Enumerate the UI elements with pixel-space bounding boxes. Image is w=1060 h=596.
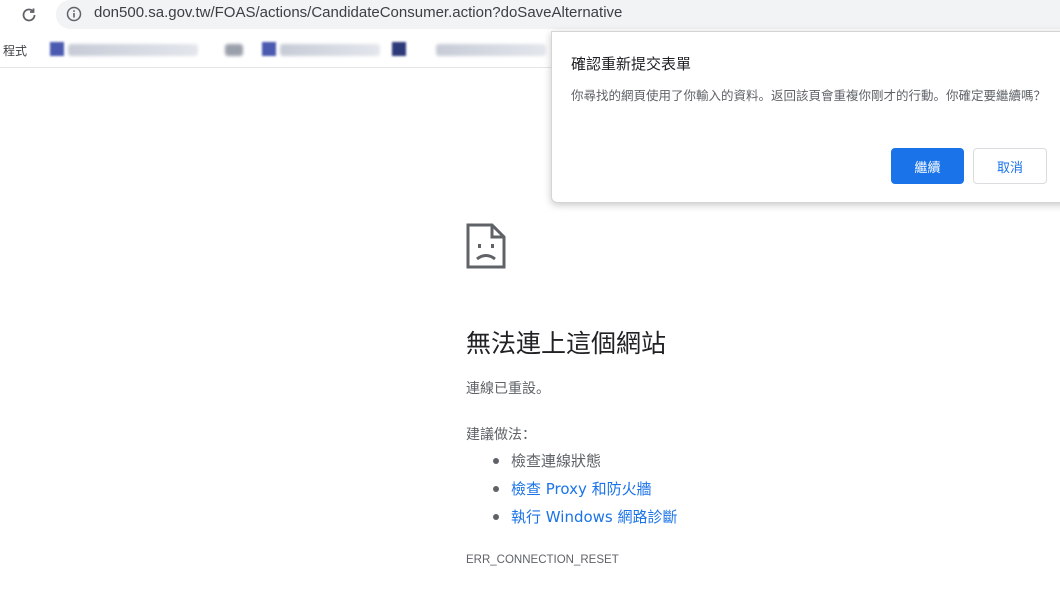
reload-icon[interactable] bbox=[18, 4, 40, 26]
dialog-message: 你尋找的網頁使用了你輸入的資料。返回該頁會重複你剛才的行動。你確定要繼續嗎？ bbox=[571, 88, 1047, 103]
error-code: ERR_CONNECTION_RESET bbox=[466, 554, 619, 566]
bullet-icon bbox=[493, 514, 499, 520]
suggestions-list: 檢查連線狀態 檢查 Proxy 和防火牆 執行 Windows 網路診斷 bbox=[493, 450, 678, 534]
address-bar[interactable]: don500.sa.gov.tw/FOAS/actions/CandidateC… bbox=[56, 0, 1060, 29]
continue-button[interactable]: 繼續 bbox=[891, 148, 964, 184]
bookmark-favicon-icon[interactable] bbox=[392, 42, 406, 56]
suggestions-title: 建議做法： bbox=[466, 427, 536, 443]
form-resubmission-dialog: 確認重新提交表單 你尋找的網頁使用了你輸入的資料。返回該頁會重複你剛才的行動。你… bbox=[551, 31, 1060, 203]
bookmark-favicon-icon[interactable] bbox=[262, 42, 276, 56]
browser-toolbar: don500.sa.gov.tw/FOAS/actions/CandidateC… bbox=[0, 0, 1060, 31]
cancel-button[interactable]: 取消 bbox=[973, 148, 1047, 184]
bookmark-favicon-icon[interactable] bbox=[50, 42, 64, 56]
suggestion-check-connection: 檢查連線狀態 bbox=[511, 452, 602, 470]
bullet-icon bbox=[493, 486, 499, 492]
bookmark-item[interactable] bbox=[436, 44, 546, 56]
list-item: 檢查連線狀態 bbox=[493, 450, 678, 478]
url-text[interactable]: don500.sa.gov.tw/FOAS/actions/CandidateC… bbox=[94, 4, 622, 21]
info-icon[interactable] bbox=[66, 6, 82, 22]
bookmark-item[interactable] bbox=[68, 44, 198, 56]
list-item: 執行 Windows 網路診斷 bbox=[493, 506, 678, 534]
suggestion-check-proxy-link[interactable]: 檢查 Proxy 和防火牆 bbox=[511, 480, 652, 498]
bookmark-item[interactable] bbox=[280, 44, 380, 56]
suggestion-network-diagnostics-link[interactable]: 執行 Windows 網路診斷 bbox=[511, 508, 678, 526]
dialog-title: 確認重新提交表單 bbox=[571, 55, 692, 73]
bookmark-label[interactable]: 程式 bbox=[3, 42, 27, 59]
bookmark-item[interactable] bbox=[225, 44, 243, 56]
error-reason: 連線已重設。 bbox=[466, 381, 550, 397]
error-heading: 無法連上這個網站 bbox=[466, 329, 667, 358]
list-item: 檢查 Proxy 和防火牆 bbox=[493, 478, 678, 506]
bullet-icon bbox=[493, 458, 499, 464]
sad-document-icon bbox=[465, 222, 507, 270]
